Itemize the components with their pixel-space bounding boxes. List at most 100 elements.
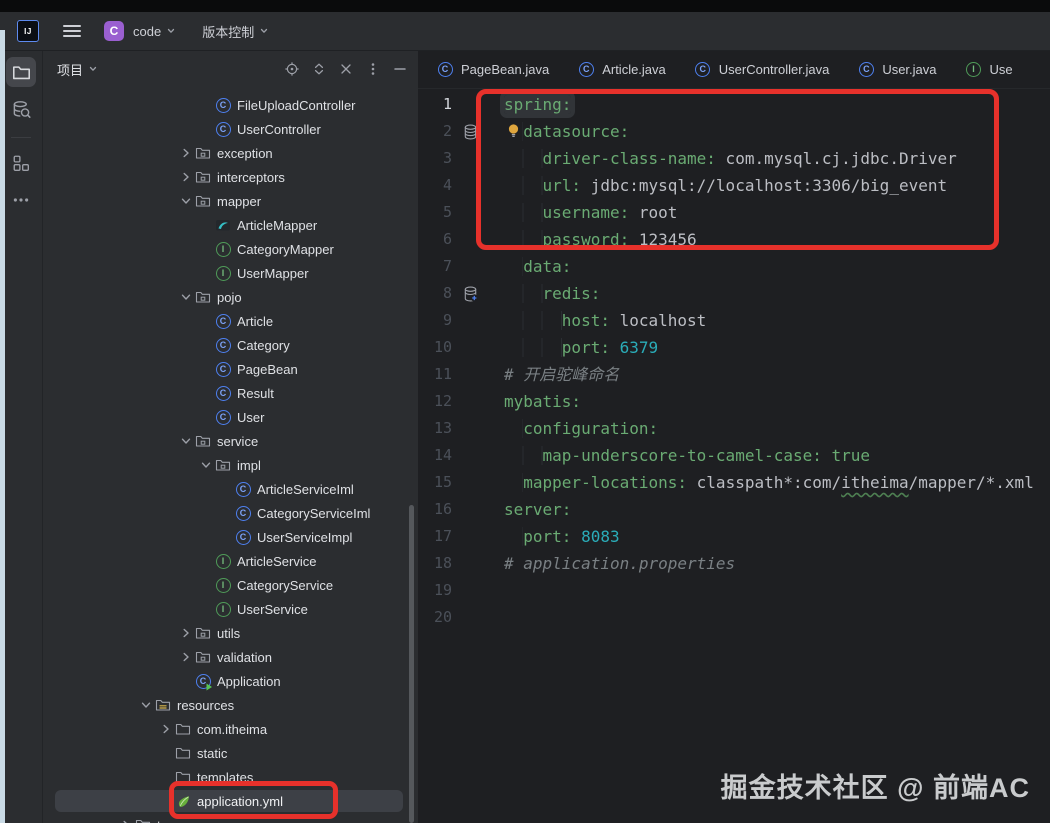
collapse-all-icon[interactable]	[338, 61, 354, 77]
tree-item-label: CategoryMapper	[237, 241, 334, 257]
code-line-10: 10 port: 6379	[418, 334, 1050, 361]
tree-item-label: PageBean	[237, 361, 298, 377]
tree-scrollbar-thumb[interactable]	[409, 505, 414, 823]
gutter	[458, 307, 482, 334]
folder-res-icon	[154, 697, 172, 713]
tree-row-validation[interactable]: validation	[43, 645, 418, 669]
class-icon: C	[214, 337, 232, 353]
editor-tab-use[interactable]: I Use	[951, 50, 1027, 88]
interface-icon: I	[214, 241, 232, 257]
tree-row-com-itheima[interactable]: com.itheima	[43, 717, 418, 741]
class-icon: C	[234, 529, 252, 545]
project-tree: C FileUploadController C UserController exce…	[43, 88, 418, 823]
tree-row-pagebean[interactable]: C PageBean	[43, 357, 418, 381]
tree-row-usercontroller[interactable]: C UserController	[43, 117, 418, 141]
tree-row-usermapper[interactable]: I UserMapper	[43, 261, 418, 285]
tree-row-service[interactable]: service	[43, 429, 418, 453]
structure-icon[interactable]	[6, 148, 36, 178]
chevron-right-icon[interactable]	[117, 817, 134, 823]
class-icon: C	[577, 61, 595, 77]
project-folder-icon[interactable]	[6, 57, 36, 87]
tree-row-categoryserviceiml[interactable]: C CategoryServiceIml	[43, 501, 418, 525]
line-number: 10	[433, 338, 452, 356]
gutter	[458, 91, 482, 118]
chevron-down-icon[interactable]	[197, 457, 214, 473]
tree-row-articlemapper[interactable]: ArticleMapper	[43, 213, 418, 237]
tree-row-templates[interactable]: templates	[43, 765, 418, 789]
tree-item-label: UserMapper	[237, 265, 309, 281]
tree-item-label: static	[197, 745, 228, 761]
tree-row-user[interactable]: C User	[43, 405, 418, 429]
database-icon[interactable]	[458, 118, 482, 145]
editor-tab-pagebean-java[interactable]: C PageBean.java	[422, 50, 563, 88]
title-bar: IJ C code 版本控制	[0, 12, 1050, 51]
chevron-right-icon[interactable]	[177, 169, 194, 185]
chevron-right-icon[interactable]	[157, 721, 174, 737]
database-search-icon[interactable]	[6, 94, 36, 124]
tree-row-interceptors[interactable]: interceptors	[43, 165, 418, 189]
interface-icon: I	[214, 265, 232, 281]
tree-row-resources[interactable]: resources	[43, 693, 418, 717]
tool-window-stripe	[0, 50, 43, 823]
chevron-right-icon[interactable]	[177, 625, 194, 641]
tree-row-userservice[interactable]: I UserService	[43, 597, 418, 621]
vcs-label: 版本控制	[202, 24, 255, 40]
tree-row-impl[interactable]: impl	[43, 453, 418, 477]
chevron-right-icon[interactable]	[177, 145, 194, 161]
tree-row-articleserviceiml[interactable]: C ArticleServiceIml	[43, 477, 418, 501]
tree-row-articleservice[interactable]: I ArticleService	[43, 549, 418, 573]
gutter	[458, 550, 482, 577]
tree-row-article[interactable]: C Article	[43, 309, 418, 333]
gutter	[458, 145, 482, 172]
main-menu-hamburger-icon[interactable]	[63, 25, 81, 37]
tree-row-utils[interactable]: utils	[43, 621, 418, 645]
intention-bulb-icon[interactable]	[507, 120, 521, 147]
hide-panel-icon[interactable]	[392, 61, 408, 77]
kebab-menu-icon[interactable]	[365, 61, 381, 77]
stripe-divider	[11, 137, 31, 138]
project-color-badge: C	[104, 21, 124, 41]
tree-row-static[interactable]: static	[43, 741, 418, 765]
project-panel-header: 项目	[43, 50, 418, 88]
editor-tab-bar: C PageBean.java C Article.java C UserControll…	[418, 50, 1050, 89]
tree-row-userserviceimpl[interactable]: C UserServiceImpl	[43, 525, 418, 549]
chevron-right-icon[interactable]	[177, 649, 194, 665]
chevron-down-icon[interactable]	[137, 697, 154, 713]
line-number: 7	[442, 257, 452, 275]
project-panel-title-dropdown[interactable]: 项目	[57, 60, 98, 79]
tree-row-application-yml[interactable]: application.yml	[43, 789, 418, 813]
editor-pane[interactable]: 1 spring: 2 datasource: 3 driver-class-name…	[418, 89, 1050, 823]
tree-row-pojo[interactable]: pojo	[43, 285, 418, 309]
tree-row-mapper[interactable]: mapper	[43, 189, 418, 213]
line-number: 19	[433, 581, 452, 599]
more-icon[interactable]	[6, 185, 36, 215]
editor-tab-article-java[interactable]: C Article.java	[563, 50, 680, 88]
expand-collapse-icon[interactable]	[311, 61, 327, 77]
tree-row-fileuploadcontroller[interactable]: C FileUploadController	[43, 93, 418, 117]
database-plus-icon[interactable]	[458, 280, 482, 307]
tree-row-category[interactable]: C Category	[43, 333, 418, 357]
tree-row-t[interactable]: t	[43, 813, 418, 823]
code-line-6: 6 password: 123456	[418, 226, 1050, 253]
tree-row-categorymapper[interactable]: I CategoryMapper	[43, 237, 418, 261]
gutter	[458, 496, 482, 523]
chevron-down-icon[interactable]	[177, 289, 194, 305]
tree-item-label: CategoryService	[237, 577, 334, 593]
tree-item-label: utils	[217, 625, 241, 641]
chevron-down-icon[interactable]	[177, 193, 194, 209]
editor-tab-user-java[interactable]: C User.java	[843, 50, 950, 88]
editor-tab-usercontroller-java[interactable]: C UserController.java	[680, 50, 844, 88]
tree-item-label: UserController	[237, 121, 321, 137]
vcs-widget[interactable]: 版本控制	[202, 22, 269, 41]
tree-row-exception[interactable]: exception	[43, 141, 418, 165]
tree-row-application[interactable]: C Application	[43, 669, 418, 693]
chevron-down-icon	[166, 24, 176, 39]
tree-row-result[interactable]: C Result	[43, 381, 418, 405]
locate-icon[interactable]	[284, 61, 300, 77]
chevron-down-icon[interactable]	[177, 433, 194, 449]
project-switcher[interactable]: code	[133, 24, 176, 39]
tree-row-categoryservice[interactable]: I CategoryService	[43, 573, 418, 597]
tree-item-label: exception	[217, 145, 273, 161]
code-line-8: 8 redis:	[418, 280, 1050, 307]
folder-plain-icon	[174, 745, 192, 761]
